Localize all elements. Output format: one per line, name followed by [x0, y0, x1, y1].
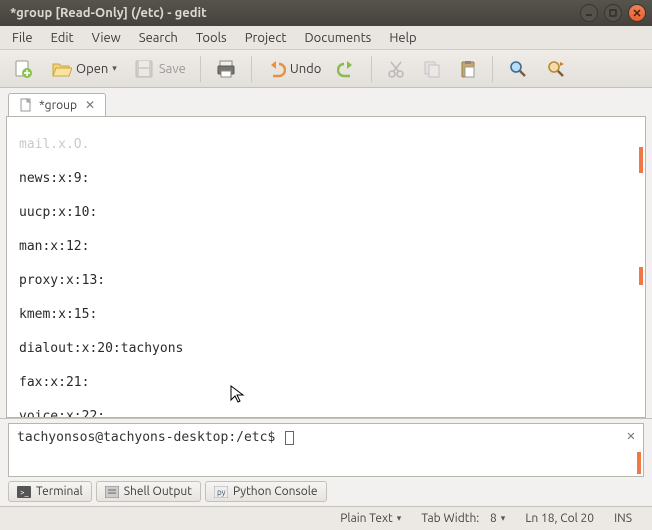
text-line: mail.x.O. — [19, 136, 639, 153]
find-replace-button[interactable] — [539, 54, 573, 84]
tabwidth-selector[interactable]: Tab Width: 8 ▾ — [411, 512, 515, 525]
copy-button — [416, 54, 448, 84]
text-line: kmem:x:15: — [19, 306, 639, 323]
paste-icon — [458, 59, 478, 79]
menu-search[interactable]: Search — [131, 28, 186, 48]
terminal-prompt: tachyonsos@tachyons-desktop:/etc$ — [17, 430, 283, 445]
text-line: news:x:9: — [19, 170, 639, 187]
insert-mode[interactable]: INS — [604, 512, 642, 525]
python-icon: py — [214, 486, 228, 498]
shell-output-icon — [105, 486, 119, 498]
tab-python-console[interactable]: py Python Console — [205, 481, 327, 502]
redo-icon — [337, 59, 357, 79]
change-marker — [637, 452, 641, 474]
tab-close-button[interactable]: ✕ — [83, 98, 97, 112]
separator — [371, 56, 372, 82]
document-tab[interactable]: *group ✕ — [8, 93, 106, 116]
undo-icon — [266, 59, 286, 79]
menu-help[interactable]: Help — [381, 28, 424, 48]
separator — [492, 56, 493, 82]
panel-close-button[interactable]: ✕ — [623, 428, 639, 444]
chevron-down-icon: ▾ — [501, 513, 506, 524]
statusbar: Plain Text ▾ Tab Width: 8 ▾ Ln 18, Col 2… — [0, 506, 652, 530]
menu-tools[interactable]: Tools — [188, 28, 235, 48]
print-icon — [215, 58, 237, 80]
chevron-down-icon: ▾ — [112, 63, 117, 74]
menu-edit[interactable]: Edit — [43, 28, 82, 48]
bottom-tabstrip: >_ Terminal Shell Output py Python Conso… — [0, 477, 652, 506]
titlebar: *group [Read-Only] (/etc) - gedit — [0, 0, 652, 26]
toolbar: Open ▾ Save Undo — [0, 50, 652, 88]
save-icon — [133, 58, 155, 80]
print-button[interactable] — [209, 54, 243, 84]
chevron-down-icon: ▾ — [397, 513, 402, 524]
editor-content[interactable]: mail.x.O. news:x:9: uucp:x:10: man:x:12:… — [7, 117, 645, 418]
language-selector[interactable]: Plain Text ▾ — [330, 512, 411, 525]
change-marker — [639, 147, 643, 173]
search-icon — [507, 58, 529, 80]
text-line: fax:x:21: — [19, 374, 639, 391]
text-line: proxy:x:13: — [19, 272, 639, 289]
file-icon — [19, 98, 33, 112]
open-label: Open — [76, 62, 108, 76]
menu-file[interactable]: File — [4, 28, 41, 48]
menu-project[interactable]: Project — [237, 28, 295, 48]
menu-documents[interactable]: Documents — [297, 28, 380, 48]
cut-button — [380, 54, 412, 84]
tab-shell-output[interactable]: Shell Output — [96, 481, 201, 502]
menubar: File Edit View Search Tools Project Docu… — [0, 26, 652, 50]
change-marker — [639, 267, 643, 285]
window-title: *group [Read-Only] (/etc) - gedit — [6, 6, 580, 20]
open-button[interactable]: Open ▾ — [44, 54, 123, 84]
tab-terminal[interactable]: >_ Terminal — [8, 481, 92, 502]
terminal-cursor — [285, 431, 294, 445]
undo-label: Undo — [290, 62, 322, 76]
terminal-icon: >_ — [17, 486, 31, 498]
svg-text:py: py — [217, 488, 226, 497]
editor-pane: mail.x.O. news:x:9: uucp:x:10: man:x:12:… — [0, 116, 652, 418]
window-controls — [580, 4, 646, 22]
tab-label: *group — [39, 99, 77, 112]
folder-open-icon — [50, 58, 72, 80]
find-replace-icon — [545, 58, 567, 80]
find-button[interactable] — [501, 54, 535, 84]
text-line: voice:x:22: — [19, 408, 639, 418]
save-button: Save — [127, 54, 192, 84]
minimize-button[interactable] — [580, 4, 598, 22]
cursor-position: Ln 18, Col 20 — [515, 512, 604, 525]
save-label: Save — [159, 62, 186, 76]
paste-button[interactable] — [452, 54, 484, 84]
text-line: uucp:x:10: — [19, 204, 639, 221]
menu-view[interactable]: View — [84, 28, 129, 48]
terminal[interactable]: tachyonsos@tachyons-desktop:/etc$ ✕ — [8, 423, 644, 477]
new-file-icon — [12, 58, 34, 80]
separator — [200, 56, 201, 82]
document-tabstrip: *group ✕ — [0, 88, 652, 116]
copy-icon — [422, 59, 442, 79]
text-line: man:x:12: — [19, 238, 639, 255]
text-editor[interactable]: mail.x.O. news:x:9: uucp:x:10: man:x:12:… — [6, 116, 646, 418]
close-button[interactable] — [628, 4, 646, 22]
undo-button[interactable]: Undo — [260, 54, 328, 84]
svg-text:>_: >_ — [20, 488, 29, 497]
new-file-button[interactable] — [6, 54, 40, 84]
maximize-button[interactable] — [604, 4, 622, 22]
cut-icon — [386, 59, 406, 79]
redo-button[interactable] — [331, 54, 363, 84]
bottom-panel: tachyonsos@tachyons-desktop:/etc$ ✕ — [0, 418, 652, 477]
separator — [251, 56, 252, 82]
text-line: dialout:x:20:tachyons — [19, 340, 639, 357]
